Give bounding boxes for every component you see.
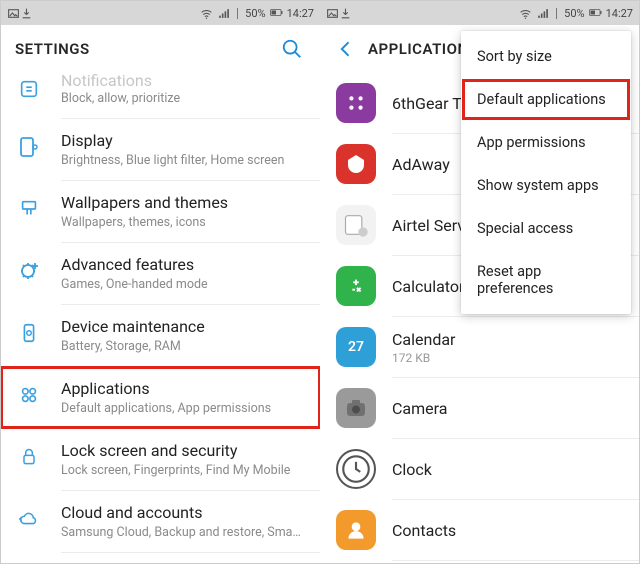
signal-icon [536, 7, 549, 20]
row-subtitle: Samsung Cloud, Backup and restore, Smart… [61, 525, 304, 540]
settings-list: Notifications Block, allow, prioritize Dis… [1, 73, 320, 563]
apps-icon [15, 381, 43, 409]
battery-text: 50% [564, 7, 584, 20]
row-subtitle: Block, allow, prioritize [61, 91, 304, 106]
back-button[interactable] [334, 37, 358, 61]
battery-text: 50% [245, 7, 265, 20]
separator [237, 8, 238, 19]
clock-text: 14:27 [606, 7, 633, 20]
image-icon [7, 7, 20, 20]
row-title: Applications [61, 379, 304, 399]
search-button[interactable] [278, 35, 306, 63]
separator [556, 8, 557, 19]
page-title: SETTINGS [15, 40, 90, 58]
app-row[interactable]: 27 Calendar 172 KB [320, 317, 639, 377]
phone-settings: 50% 14:27 SETTINGS Notifications Block, a… [1, 1, 320, 563]
app-name: Contacts [392, 521, 623, 540]
app-name: Camera [392, 399, 623, 418]
app-row[interactable]: Contacts [320, 500, 639, 560]
wifi-icon [200, 7, 213, 20]
cloud-icon [15, 505, 43, 533]
row-title: Cloud and accounts [61, 503, 304, 523]
menu-item[interactable]: Show system apps [461, 164, 631, 207]
gear-plus-icon [15, 257, 43, 285]
settings-row-brush[interactable]: Wallpapers and themes Wallpapers, themes,… [1, 181, 320, 242]
bell-icon [15, 75, 43, 103]
row-subtitle: Games, One-handed mode [61, 277, 304, 292]
row-title: Wallpapers and themes [61, 193, 304, 213]
row-subtitle: Brightness, Blue light filter, Home scre… [61, 153, 304, 168]
settings-row-google[interactable]: GoogleGoogle settings [1, 553, 320, 563]
lock-icon [15, 443, 43, 471]
download-icon [20, 7, 33, 20]
row-subtitle: Battery, Storage, RAM [61, 339, 304, 354]
app-icon [336, 266, 376, 306]
row-title: Notifications [61, 73, 304, 89]
phone-applications: 50% 14:27 APPLICATIONS 6thGear TAdAwayAi… [320, 1, 639, 563]
battery-icon [589, 7, 602, 20]
row-subtitle: Wallpapers, themes, icons [61, 215, 304, 230]
header: SETTINGS [1, 25, 320, 73]
menu-item[interactable]: Special access [461, 207, 631, 250]
menu-item[interactable]: App permissions [461, 121, 631, 164]
app-icon [336, 449, 376, 489]
image-icon [326, 7, 339, 20]
app-icon [336, 83, 376, 123]
brush-icon [15, 195, 43, 223]
status-bar: 50% 14:27 [1, 1, 320, 25]
menu-item[interactable]: Sort by size [461, 35, 631, 78]
device-icon [15, 319, 43, 347]
battery-icon [270, 7, 283, 20]
row-subtitle: Lock screen, Fingerprints, Find My Mobil… [61, 463, 304, 478]
row-title: Display [61, 131, 304, 151]
row-title: Device maintenance [61, 317, 304, 337]
menu-item[interactable]: Default applications [461, 78, 631, 121]
settings-row-cloud[interactable]: Cloud and accounts Samsung Cloud, Backup … [1, 491, 320, 552]
wifi-icon [519, 7, 532, 20]
settings-row-display[interactable]: Display Brightness, Blue light filter, Ho… [1, 119, 320, 180]
app-meta: 172 KB [392, 351, 623, 365]
app-icon [336, 388, 376, 428]
settings-row-lock[interactable]: Lock screen and security Lock screen, Fin… [1, 429, 320, 490]
row-title: Advanced features [61, 255, 304, 275]
download-icon [339, 7, 352, 20]
signal-icon [217, 7, 230, 20]
app-name: Calendar [392, 330, 623, 349]
settings-row-apps[interactable]: Applications Default applications, App pe… [1, 367, 320, 428]
settings-row-bell[interactable]: Notifications Block, allow, prioritize [1, 73, 320, 118]
settings-row-device[interactable]: Device maintenance Battery, Storage, RAM [1, 305, 320, 366]
app-row[interactable]: Camera [320, 378, 639, 438]
app-icon [336, 205, 376, 245]
app-row[interactable]: Clock [320, 439, 639, 499]
clock-text: 14:27 [287, 7, 314, 20]
row-subtitle: Default applications, App permissions [61, 401, 304, 416]
app-icon: 27 [336, 327, 376, 367]
settings-row-gear-plus[interactable]: Advanced features Games, One-handed mode [1, 243, 320, 304]
status-bar: 50% 14:27 [320, 1, 639, 25]
row-title: Lock screen and security [61, 441, 304, 461]
app-icon [336, 144, 376, 184]
overflow-menu: Sort by sizeDefault applicationsApp perm… [461, 31, 631, 314]
app-icon [336, 510, 376, 550]
display-icon [15, 133, 43, 161]
menu-item[interactable]: Reset app preferences [461, 250, 631, 310]
app-name: Clock [392, 460, 623, 479]
